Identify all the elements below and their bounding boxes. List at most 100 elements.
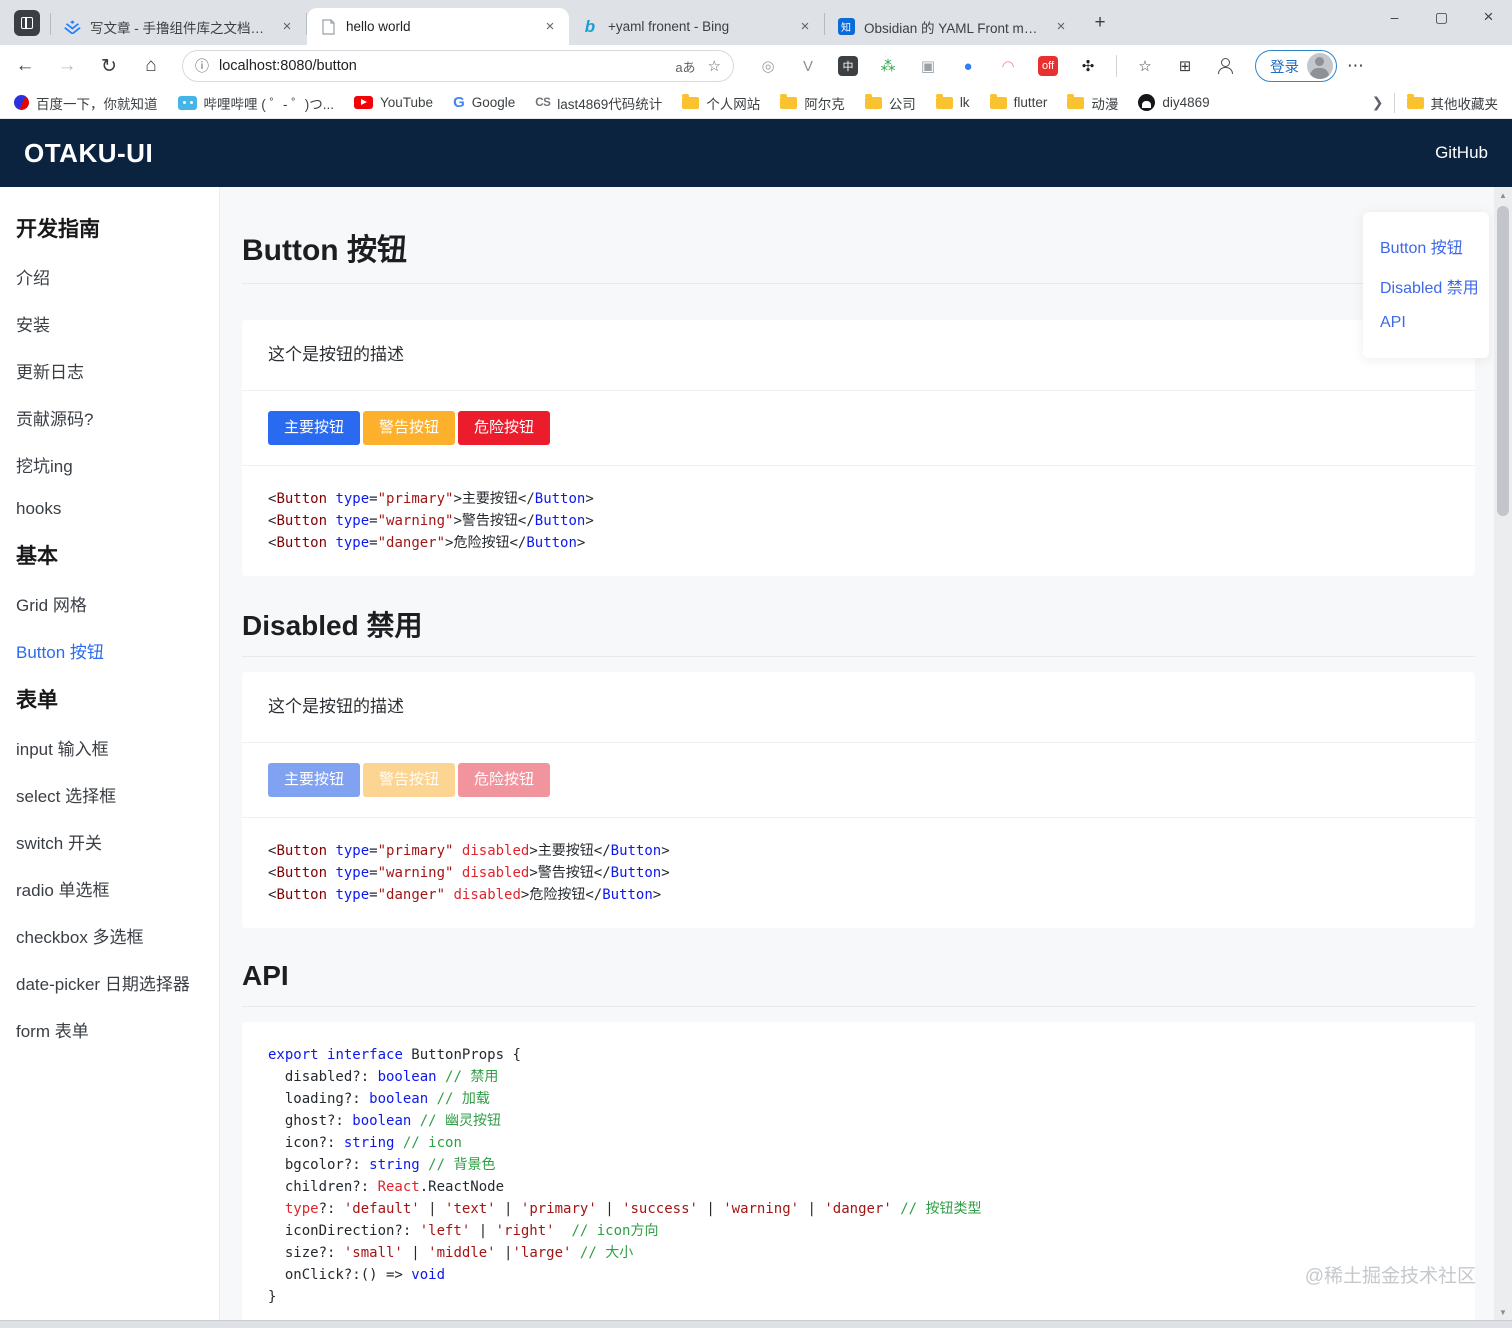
reload-button[interactable]: ↻ xyxy=(92,49,126,83)
sidebar-item[interactable]: 挖坑ing xyxy=(0,441,219,488)
code-line: children?: React.ReactNode xyxy=(268,1179,505,1195)
browser-tab-1[interactable]: 写文章 - 手撸组件库之文档工具 × xyxy=(51,8,306,45)
bookmark-label: diy4869 xyxy=(1162,95,1210,110)
feedback-person-icon[interactable] xyxy=(1210,51,1240,81)
code-line: <Button type="warning">警告按钮</Button> xyxy=(268,513,594,529)
sidebar-item[interactable]: 介绍 xyxy=(0,253,219,300)
sidebar-item[interactable]: date-picker 日期选择器 xyxy=(0,959,219,1006)
sidebar-item[interactable]: Grid 网格 xyxy=(0,580,219,627)
warning-demo-button[interactable]: 警告按钮 xyxy=(363,411,456,445)
toolbar-divider xyxy=(1116,55,1117,77)
code-line: <Button type="primary" disabled>主要按钮</Bu… xyxy=(268,843,670,859)
extension-atom[interactable]: ◎ xyxy=(753,51,783,81)
tab-actions-menu-icon[interactable] xyxy=(14,10,40,36)
bookmark-item[interactable]: 百度一下，你就知道 xyxy=(14,93,158,113)
bookmark-label: 公司 xyxy=(888,96,916,112)
scrollbar-down-arrow[interactable]: ▼ xyxy=(1494,1304,1512,1320)
site-info-icon[interactable]: ⓘ xyxy=(195,56,209,76)
extension-blue-dot[interactable]: ● xyxy=(953,51,983,81)
url-text[interactable]: localhost:8080/button xyxy=(219,58,675,74)
bookmark-item[interactable]: 个人网站 xyxy=(682,93,760,113)
bookmark-item[interactable]: flutter xyxy=(989,93,1047,110)
sidebar-item[interactable]: radio 单选框 xyxy=(0,865,219,912)
tab-close-icon[interactable]: × xyxy=(796,18,814,36)
table-of-contents: Button 按钮 Disabled 禁用 API xyxy=(1363,212,1489,358)
add-favorite-icon[interactable]: ☆ xyxy=(708,57,721,75)
github-link[interactable]: GitHub xyxy=(1435,143,1488,163)
sidebar: 开发指南 介绍 安装 更新日志 贡献源码? 挖坑ing hooks 基本 Grid 网格 Butt… xyxy=(0,187,220,1328)
back-button[interactable]: ← xyxy=(8,49,42,83)
favorites-icon[interactable]: ☆ xyxy=(1130,51,1160,81)
extension-translate[interactable]: 中 xyxy=(833,51,863,81)
browser-tab-4[interactable]: 知 Obsidian 的 YAML Front matter × xyxy=(825,8,1080,45)
sidebar-item[interactable]: hooks xyxy=(0,488,219,530)
sidebar-item[interactable]: form 表单 xyxy=(0,1006,219,1053)
toc-link[interactable]: Button 按钮 xyxy=(1380,234,1479,258)
code-line: loading?: boolean // 加载 xyxy=(268,1091,490,1107)
new-tab-button[interactable]: + xyxy=(1086,9,1114,37)
code-line: iconDirection?: 'left' | 'right' // icon… xyxy=(268,1223,659,1239)
primary-demo-button[interactable]: 主要按钮 xyxy=(268,763,361,797)
sidebar-item[interactable]: checkbox 多选框 xyxy=(0,912,219,959)
browser-menu-icon[interactable]: ⋯ xyxy=(1347,56,1365,76)
other-favorites-folder[interactable]: 其他收藏夹 xyxy=(1406,93,1499,113)
sidebar-item[interactable]: input 输入框 xyxy=(0,724,219,771)
sidebar-item[interactable]: switch 开关 xyxy=(0,818,219,865)
translate-icon[interactable]: aあ xyxy=(675,57,695,76)
bookmark-item[interactable]: 阿尔克 xyxy=(780,93,845,113)
extension-off-badge[interactable]: off xyxy=(1033,51,1063,81)
address-bar[interactable]: ⓘ localhost:8080/button aあ ☆ xyxy=(182,50,734,82)
bookmark-label: YouTube xyxy=(380,95,434,110)
bookmark-item[interactable]: 动漫 xyxy=(1067,93,1118,113)
bookmark-item[interactable]: diy4869 xyxy=(1138,94,1210,111)
other-favorites-label: 其他收藏夹 xyxy=(1430,96,1499,112)
bookmark-item[interactable]: YouTube xyxy=(354,95,433,110)
extension-baidu-paw[interactable]: ⁂ xyxy=(873,51,903,81)
extension-box[interactable]: ▣ xyxy=(913,51,943,81)
danger-demo-button[interactable]: 危险按钮 xyxy=(458,411,551,445)
site-brand[interactable]: OTAKU-UI xyxy=(24,138,153,169)
component-description: 这个是按钮的描述 xyxy=(242,672,1475,743)
bookmark-item[interactable]: 公司 xyxy=(864,93,916,113)
sidebar-item[interactable]: 更新日志 xyxy=(0,347,219,394)
bookmark-item[interactable]: G Google xyxy=(453,94,515,111)
primary-demo-button[interactable]: 主要按钮 xyxy=(268,411,361,445)
bookmark-item[interactable]: lk xyxy=(935,93,970,110)
tab-title: +yaml fronent - Bing xyxy=(608,19,730,34)
bing-favicon-icon: b xyxy=(584,16,596,36)
site-navbar: OTAKU-UI GitHub xyxy=(0,119,1512,187)
bookmark-item[interactable]: CS last4869代码统计 xyxy=(535,93,662,113)
toc-link[interactable]: Disabled 禁用 xyxy=(1380,274,1479,298)
window-close-button[interactable]: × xyxy=(1465,0,1512,34)
danger-demo-button[interactable]: 危险按钮 xyxy=(458,763,551,797)
login-button[interactable]: 登录 xyxy=(1255,50,1337,82)
home-button[interactable]: ⌂ xyxy=(134,49,168,83)
warning-demo-button[interactable]: 警告按钮 xyxy=(363,763,456,797)
tab-close-icon[interactable]: × xyxy=(541,18,559,36)
extension-vue[interactable]: V xyxy=(793,51,823,81)
vertical-scrollbar[interactable]: ▲ ▼ xyxy=(1494,187,1512,1320)
extension-cat[interactable]: ◠ xyxy=(993,51,1023,81)
bookmarks-overflow-icon[interactable]: ❯ xyxy=(1372,94,1384,111)
window-minimize-button[interactable]: – xyxy=(1371,0,1418,34)
code-block-button: <Button type="primary">主要按钮</Button> <But… xyxy=(242,466,1475,576)
tab-close-icon[interactable]: × xyxy=(1052,18,1070,36)
bookmark-item[interactable]: 哔哩哔哩 ( ゜- ゜)つ... xyxy=(177,93,334,113)
tab-close-icon[interactable]: × xyxy=(278,18,296,36)
sidebar-item[interactable]: select 选择框 xyxy=(0,771,219,818)
folder-icon xyxy=(1067,93,1085,109)
scrollbar-up-arrow[interactable]: ▲ xyxy=(1494,187,1512,203)
section-card-disabled: 这个是按钮的描述主要按钮 警告按钮 危险按钮 <Button type="primar… xyxy=(242,672,1475,928)
browser-tab-3[interactable]: b +yaml fronent - Bing × xyxy=(569,8,824,45)
section-card-api: export interface ButtonProps { disabled?… xyxy=(242,1022,1475,1328)
sidebar-item[interactable]: 安装 xyxy=(0,300,219,347)
collections-icon[interactable]: ⊞ xyxy=(1170,51,1200,81)
sidebar-item[interactable]: Button 按钮 xyxy=(0,627,219,674)
window-maximize-button[interactable]: ▢ xyxy=(1418,0,1465,34)
toc-link[interactable]: API xyxy=(1380,314,1479,332)
scrollbar-thumb[interactable] xyxy=(1497,206,1509,516)
forward-button[interactable]: → xyxy=(50,49,84,83)
sidebar-item[interactable]: 贡献源码? xyxy=(0,394,219,441)
browser-tab-2[interactable]: hello world × xyxy=(307,8,569,45)
extension-clover[interactable]: ✣ xyxy=(1073,51,1103,81)
